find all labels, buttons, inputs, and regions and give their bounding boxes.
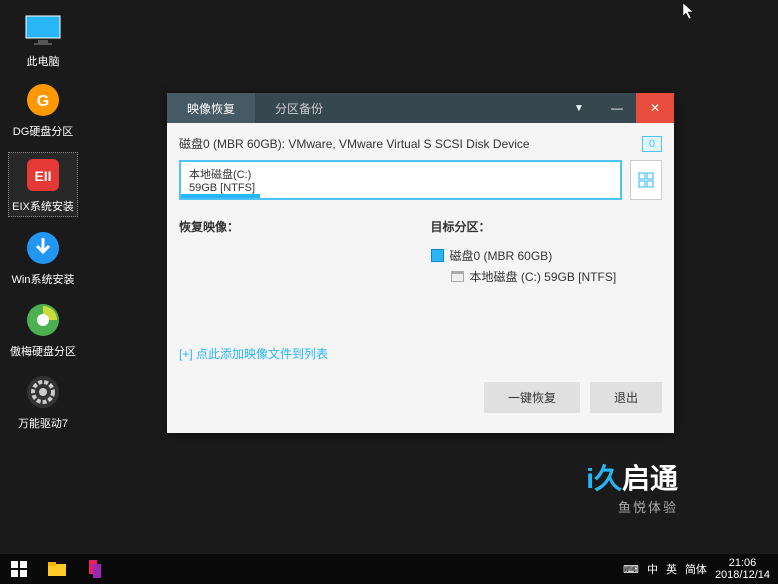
tree-disk-item[interactable]: 磁盘0 (MBR 60GB) [431,245,663,266]
minimize-button[interactable]: — [598,93,636,123]
tab-image-restore[interactable]: 映像恢复 [167,93,255,123]
disk-icon [431,249,444,262]
icon-label: 傲梅硬盘分区 [10,343,76,359]
disk-description: 磁盘0 (MBR 60GB): VMware, VMware Virtual S… [179,135,530,152]
ime-en[interactable]: 英 [666,561,677,577]
app-icon [87,560,103,578]
tree-disk-label: 磁盘0 (MBR 60GB) [450,247,553,264]
tree-partition-label: 本地磁盘 (C:) 59GB [NTFS] [470,268,617,285]
partition-name: 本地磁盘(C:) [189,166,612,182]
taskbar-app[interactable] [76,554,114,584]
icon-label: DG硬盘分区 [13,123,74,139]
exit-button[interactable]: 退出 [590,382,662,413]
desktop-icon-eix[interactable]: EII EIX系统安装 [8,152,78,217]
restore-image-list [179,245,411,345]
brand-logo: i久启通 鱼悦体验 [586,457,678,516]
icon-label: Win系统安装 [12,271,75,287]
grid-icon [638,172,654,188]
folder-icon [48,562,66,576]
aomei-icon [23,300,63,340]
mouse-cursor-icon [682,2,696,23]
monitor-icon [23,10,63,50]
taskbar: ⌨ 中 英 简体 21:06 2018/12/14 [0,554,778,584]
icon-label: 此电脑 [27,53,60,69]
partition-size: 59GB [NTFS] [189,182,612,194]
dropdown-button[interactable]: ▼ [560,93,598,123]
view-toggle-button[interactable] [630,160,662,200]
add-image-link[interactable]: [+] 点此添加映像文件到列表 [179,345,411,362]
windows-icon [11,561,27,577]
desktop-icon-dg[interactable]: G DG硬盘分区 [8,80,78,139]
win-install-icon [23,228,63,268]
desktop-icon-win[interactable]: Win系统安装 [8,228,78,287]
taskbar-explorer[interactable] [38,554,76,584]
eix-icon: EII [23,155,63,195]
one-click-restore-button[interactable]: 一键恢复 [484,382,580,413]
partition-c[interactable]: 本地磁盘(C:) 59GB [NTFS] [179,160,622,200]
close-button[interactable]: ✕ [636,93,674,123]
date-text: 2018/12/14 [715,569,770,581]
disk-index-badge[interactable]: 0 [642,136,662,152]
tray-keyboard-icon[interactable]: ⌨ [623,563,639,576]
svg-text:EII: EII [34,168,51,184]
restore-window: 映像恢复 分区备份 ▼ — ✕ 磁盘0 (MBR 60GB): VMware, … [167,93,674,433]
icon-label: 万能驱动7 [18,415,68,431]
ime-zh[interactable]: 中 [647,561,658,577]
tray-clock[interactable]: 21:06 2018/12/14 [715,557,770,581]
target-partition-title: 目标分区： [431,218,663,235]
svg-text:G: G [37,93,49,110]
tab-partition-backup[interactable]: 分区备份 [255,93,343,123]
titlebar[interactable]: 映像恢复 分区备份 ▼ — ✕ [167,93,674,123]
partition-icon [451,271,464,282]
restore-image-title: 恢复映像： [179,218,411,235]
start-button[interactable] [0,554,38,584]
desktop-icon-this-pc[interactable]: 此电脑 [8,10,78,69]
gear-icon [23,372,63,412]
desktop-icon-driver[interactable]: 万能驱动7 [8,372,78,431]
ime-mode[interactable]: 简体 [685,561,707,577]
time-text: 21:06 [715,557,770,569]
desktop-icon-aomei[interactable]: 傲梅硬盘分区 [8,300,78,359]
dg-icon: G [23,80,63,120]
tree-partition-item[interactable]: 本地磁盘 (C:) 59GB [NTFS] [451,266,663,287]
usage-bar [181,194,260,198]
icon-label: EIX系统安装 [12,198,74,214]
